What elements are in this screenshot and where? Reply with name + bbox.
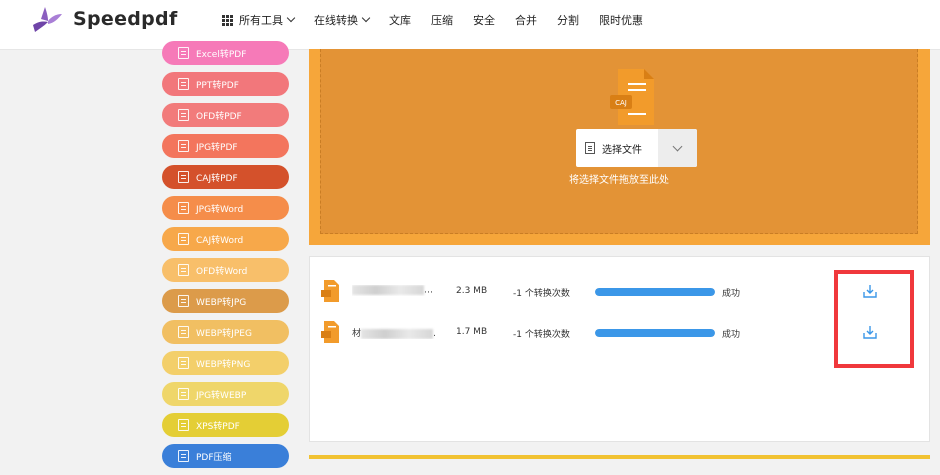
sidebar-tool-label: Excel转PDF: [196, 49, 247, 60]
file-convert-icon: [178, 450, 189, 462]
grid-icon: [222, 14, 233, 26]
sidebar-tool-label: PPT转PDF: [196, 80, 239, 91]
sidebar-tool-button[interactable]: CAJ转Word: [162, 227, 289, 251]
drop-hint: 将选择文件拖放至此处: [569, 175, 669, 186]
nav-merge[interactable]: 合并: [515, 12, 537, 28]
nav-label: 所有工具: [239, 14, 283, 27]
sidebar-tool-button[interactable]: CAJ转PDF: [162, 165, 289, 189]
document-icon: [585, 142, 595, 154]
file-convert-icon: [178, 202, 189, 214]
nav-split[interactable]: 分割: [557, 12, 579, 28]
sidebar-tool-button[interactable]: XPS转PDF: [162, 413, 289, 437]
nav-compress[interactable]: 压缩: [431, 12, 453, 28]
sidebar-tool-button[interactable]: OFD转Word: [162, 258, 289, 282]
sidebar-tool-label: OFD转PDF: [196, 111, 242, 122]
file-name: …: [352, 285, 437, 296]
select-file-button[interactable]: 选择文件: [576, 129, 697, 167]
caj-badge-text: CAJ: [615, 99, 627, 107]
file-convert-icon: [178, 295, 189, 307]
nav-library[interactable]: 文库: [389, 12, 411, 28]
caj-file-icon: CAJ: [610, 69, 654, 125]
drop-zone[interactable]: CAJ 选择文件 将选择文件拖放至此处: [320, 49, 918, 234]
file-size: 2.3 MB: [456, 286, 488, 296]
sidebar-tool-button[interactable]: WEBP转JPG: [162, 289, 289, 313]
sidebar-tool-button[interactable]: WEBP转PNG: [162, 351, 289, 375]
tool-sidebar: Excel转PDF PPT转PDF OFD转PDF JPG转PDF CAJ转PDF JPG…: [162, 41, 289, 475]
status-text: 成功: [722, 289, 741, 299]
sidebar-tool-button[interactable]: WEBP转JPEG: [162, 320, 289, 344]
sidebar-tool-label: JPG转WEBP: [196, 390, 247, 401]
chevron-down-icon: [672, 141, 683, 151]
sidebar-tool-label: CAJ转Word: [196, 235, 244, 246]
sidebar-tool-button[interactable]: JPG转PDF: [162, 134, 289, 158]
progress-bar: [595, 329, 715, 337]
select-source-dropdown[interactable]: [658, 129, 697, 167]
conversion-count: -1 个转换次数: [513, 330, 570, 340]
sidebar-tool-button[interactable]: Excel转PDF: [162, 41, 289, 65]
nav-label: 压缩: [431, 14, 453, 27]
file-convert-icon: [178, 357, 189, 369]
file-convert-icon: [178, 233, 189, 245]
progress-fill: [595, 329, 715, 337]
brand-name[interactable]: Speedpdf: [73, 8, 178, 30]
file-convert-icon: [178, 326, 189, 338]
file-size: 1.7 MB: [456, 327, 488, 337]
file-name: 材…: [352, 326, 437, 339]
progress-bar: [595, 288, 715, 296]
sidebar-tool-label: OFD转Word: [196, 266, 248, 277]
sidebar-tool-label: WEBP转PNG: [196, 359, 251, 370]
file-icon: [321, 280, 339, 302]
sidebar-tool-button[interactable]: PDF压缩: [162, 444, 289, 468]
nav-limited-offer[interactable]: 限时优惠: [599, 12, 643, 28]
sidebar-tool-label: JPG转PDF: [196, 142, 238, 153]
redacted-name: [361, 328, 434, 339]
file-convert-icon: [178, 109, 189, 121]
nav-label: 合并: [515, 14, 537, 27]
sidebar-tool-label: PDF压缩: [196, 452, 232, 463]
sidebar-tool-button[interactable]: JPG转Word: [162, 196, 289, 220]
bottom-accent-bar: [309, 455, 930, 459]
sidebar-tool-label: WEBP转JPG: [196, 297, 247, 308]
file-convert-icon: [178, 47, 189, 59]
file-name-text: 材: [352, 329, 362, 339]
file-convert-icon: [178, 419, 189, 431]
nav-label: 限时优惠: [599, 14, 643, 27]
status-text: 成功: [722, 330, 741, 340]
file-convert-icon: [178, 140, 189, 152]
nav-online-convert[interactable]: 在线转换: [314, 12, 371, 28]
nav-security[interactable]: 安全: [473, 12, 495, 28]
chevron-down-icon: [361, 13, 371, 23]
file-convert-icon: [178, 171, 189, 183]
file-icon: [321, 321, 339, 343]
nav-all-tools[interactable]: 所有工具: [222, 12, 296, 28]
sidebar-tool-button[interactable]: PPT转PDF: [162, 72, 289, 96]
highlight-box: [834, 270, 914, 368]
progress-fill: [595, 288, 715, 296]
top-header: Speedpdf 所有工具 在线转换 文库 压缩 安全 合并 分割 限时优惠: [0, 0, 940, 50]
sidebar-tool-label: XPS转PDF: [196, 421, 240, 432]
file-convert-icon: [178, 264, 189, 276]
sidebar-tool-label: WEBP转JPEG: [196, 328, 252, 339]
main-nav: 所有工具 在线转换 文库 压缩 安全 合并 分割 限时优惠: [222, 11, 663, 29]
upload-area: CAJ 选择文件 将选择文件拖放至此处: [309, 49, 930, 245]
file-convert-icon: [178, 78, 189, 90]
nav-label: 安全: [473, 14, 495, 27]
nav-label: 分割: [557, 14, 579, 27]
select-file-main[interactable]: 选择文件: [576, 129, 658, 167]
select-file-label: 选择文件: [602, 144, 642, 156]
speedpdf-logo-icon[interactable]: [33, 5, 63, 33]
file-convert-icon: [178, 388, 189, 400]
nav-label: 在线转换: [314, 14, 358, 27]
nav-label: 文库: [389, 14, 411, 27]
chevron-down-icon: [286, 13, 296, 23]
sidebar-tool-label: JPG转Word: [196, 204, 244, 215]
conversion-count: -1 个转换次数: [513, 289, 570, 299]
sidebar-tool-label: CAJ转PDF: [196, 173, 238, 184]
redacted-name: [352, 285, 424, 295]
sidebar-tool-button[interactable]: OFD转PDF: [162, 103, 289, 127]
sidebar-tool-button[interactable]: JPG转WEBP: [162, 382, 289, 406]
